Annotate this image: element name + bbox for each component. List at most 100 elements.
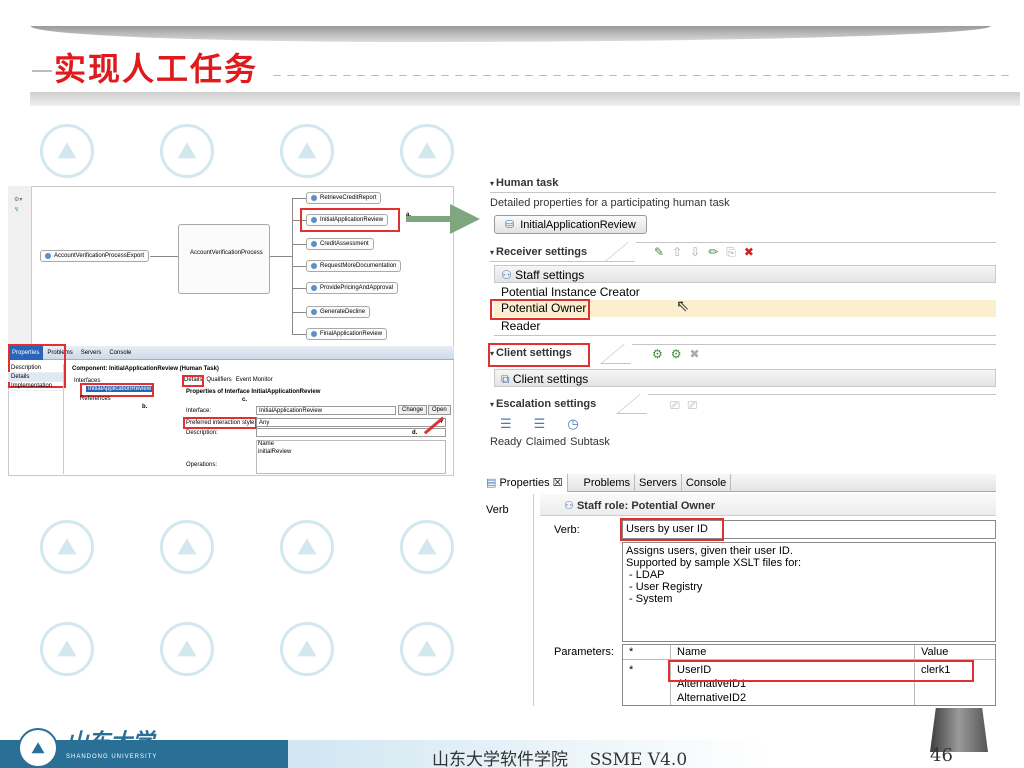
move-up-icon[interactable]: ⇧ (672, 245, 682, 260)
sidebar-item-details[interactable]: Details (8, 373, 63, 382)
watermark-emblem: ⛰ (400, 520, 454, 574)
target-node[interactable]: RequestMoreDocumentation (306, 260, 402, 272)
ready-icon[interactable]: ☰ (500, 416, 512, 432)
process-label: AccountVerificationProcess (190, 250, 263, 256)
interaction-select[interactable]: Any (256, 418, 446, 427)
highlight-box (490, 299, 590, 320)
parameters-label: Parameters: (554, 646, 614, 658)
university-emblem-icon: ⛰ (18, 728, 58, 768)
delete-icon[interactable]: ✖ (744, 245, 754, 260)
palette-gutter (8, 186, 32, 344)
tab-problems[interactable]: Problems (568, 473, 635, 492)
component-icon (311, 331, 317, 337)
highlight-box (182, 375, 204, 387)
edit-client-icon[interactable]: ⚙ (671, 347, 682, 361)
change-button[interactable]: Change (398, 405, 428, 415)
escalation-states: Ready Claimed Subtask (490, 436, 610, 448)
tab-servers[interactable]: Servers (635, 473, 682, 492)
client-toolbar: ⚙ ⚙ ✖ (652, 347, 708, 361)
tab-qualifiers[interactable]: Qualifiers (206, 377, 231, 383)
title-dash (32, 70, 52, 72)
section-divider (648, 394, 996, 395)
col-header-value: Value (921, 646, 949, 658)
left-properties-sidebar: Description Details Implementation (8, 364, 64, 474)
university-caption: SHANDONG UNIVERSITY (66, 754, 158, 760)
table-row[interactable]: AlternativeID2 (623, 691, 995, 705)
collapse-icon: ▾ (490, 399, 495, 409)
escalation-settings-header[interactable]: ▾ Escalation settings (490, 398, 596, 410)
sidebar-item-implementation[interactable]: Implementation (8, 382, 63, 391)
tab-servers[interactable]: Servers (77, 350, 106, 356)
interface-field[interactable]: InitialApplicationReview (256, 406, 396, 415)
tab-console[interactable]: Console (682, 473, 732, 492)
param-value[interactable] (915, 691, 995, 705)
client-settings-row[interactable]: ⧉ Client settings (494, 369, 996, 387)
description-line: - LDAP (626, 569, 665, 581)
wire (292, 334, 306, 335)
escalation-ready[interactable]: Ready (490, 436, 522, 448)
highlight-box (620, 518, 724, 541)
description-label: Description: (186, 430, 218, 436)
staff-settings-header[interactable]: ⚇ Staff settings (494, 265, 996, 283)
receiver-item[interactable]: Reader (498, 318, 996, 335)
human-task-header[interactable]: ▾ Human task (490, 177, 558, 189)
copy-icon[interactable]: ⎘ (726, 245, 736, 260)
escalation-claimed[interactable]: Claimed (526, 436, 566, 448)
description-field[interactable] (256, 428, 446, 437)
properties-icon: ▤ (486, 476, 497, 489)
operations-header: Name (258, 441, 275, 447)
col-header-required: * (623, 645, 671, 659)
section-divider (490, 261, 626, 262)
university-calligraphy: 山东大学 (66, 729, 155, 755)
claimed-icon[interactable]: ☰ (534, 416, 546, 432)
tree-item-references[interactable]: References (80, 396, 111, 402)
tab-console[interactable]: Console (105, 350, 135, 356)
description-line: - System (626, 593, 673, 605)
section-divider (490, 192, 996, 193)
title-underband (30, 92, 1020, 106)
marker-b: b. (142, 404, 148, 410)
component-icon (311, 195, 317, 201)
watermark-emblem: ⛰ (40, 124, 94, 178)
highlight-box (488, 343, 590, 367)
tab-event-monitor[interactable]: Event Monitor (236, 377, 273, 383)
escalation-state-icons: ☰ ☰ ◷ (500, 416, 579, 432)
target-node[interactable]: CreditAssessment (306, 238, 374, 250)
sidebar-item-verb[interactable]: Verb (486, 504, 509, 516)
edit-escalation-icon[interactable]: ⎚ (688, 398, 698, 413)
open-button[interactable]: Open (428, 405, 451, 415)
export-node[interactable]: AccountVerificationProcessExport (40, 250, 150, 262)
component-icon (311, 263, 317, 269)
receiver-toolbar: ✎ ⇧ ⇩ ✏ ⎘ ✖ (654, 245, 762, 260)
tab-properties[interactable]: ▤ Properties ☒ (482, 473, 568, 492)
pencil-icon[interactable]: ✏ (708, 245, 718, 260)
add-client-icon[interactable]: ⚙ (652, 347, 663, 361)
palette-icon[interactable]: ↯ (14, 206, 19, 213)
parameters-grid-header: * Name Value (623, 645, 995, 660)
escalation-subtask[interactable]: Subtask (570, 436, 610, 448)
subtask-icon[interactable]: ◷ (567, 416, 578, 432)
target-node[interactable]: ProvidePricingAndApproval (306, 282, 399, 294)
move-down-icon[interactable]: ⇩ (690, 245, 700, 260)
description-line: Assigns users, given their user ID. (626, 545, 793, 557)
export-icon (45, 253, 51, 259)
highlight-box (80, 383, 154, 397)
component-icon (311, 285, 317, 291)
remove-client-icon[interactable]: ✖ (690, 347, 700, 361)
receiver-settings-header[interactable]: ▾ Receiver settings (490, 246, 587, 258)
process-node[interactable] (178, 224, 270, 294)
edit-icon[interactable]: ✎ (654, 245, 664, 260)
operations-table (256, 440, 446, 474)
escalation-toolbar: ⎚ ⎚ (670, 398, 705, 413)
target-node[interactable]: GenerateDecline (306, 306, 371, 318)
marker-d: d. (412, 430, 418, 436)
watermark-emblem: ⛰ (280, 622, 334, 676)
operation-item[interactable]: initialReview (258, 449, 291, 455)
add-escalation-icon[interactable]: ⎚ (670, 398, 680, 413)
target-node[interactable]: FinalApplicationReview (306, 328, 388, 340)
palette-icon[interactable]: ⚙▾ (14, 196, 22, 203)
task-button[interactable]: ⛁ InitialApplicationReview (494, 215, 647, 234)
target-node[interactable]: RetrieveCreditReport (306, 192, 382, 204)
section-divider (494, 335, 996, 336)
sidebar-item-description[interactable]: Description (8, 364, 63, 373)
